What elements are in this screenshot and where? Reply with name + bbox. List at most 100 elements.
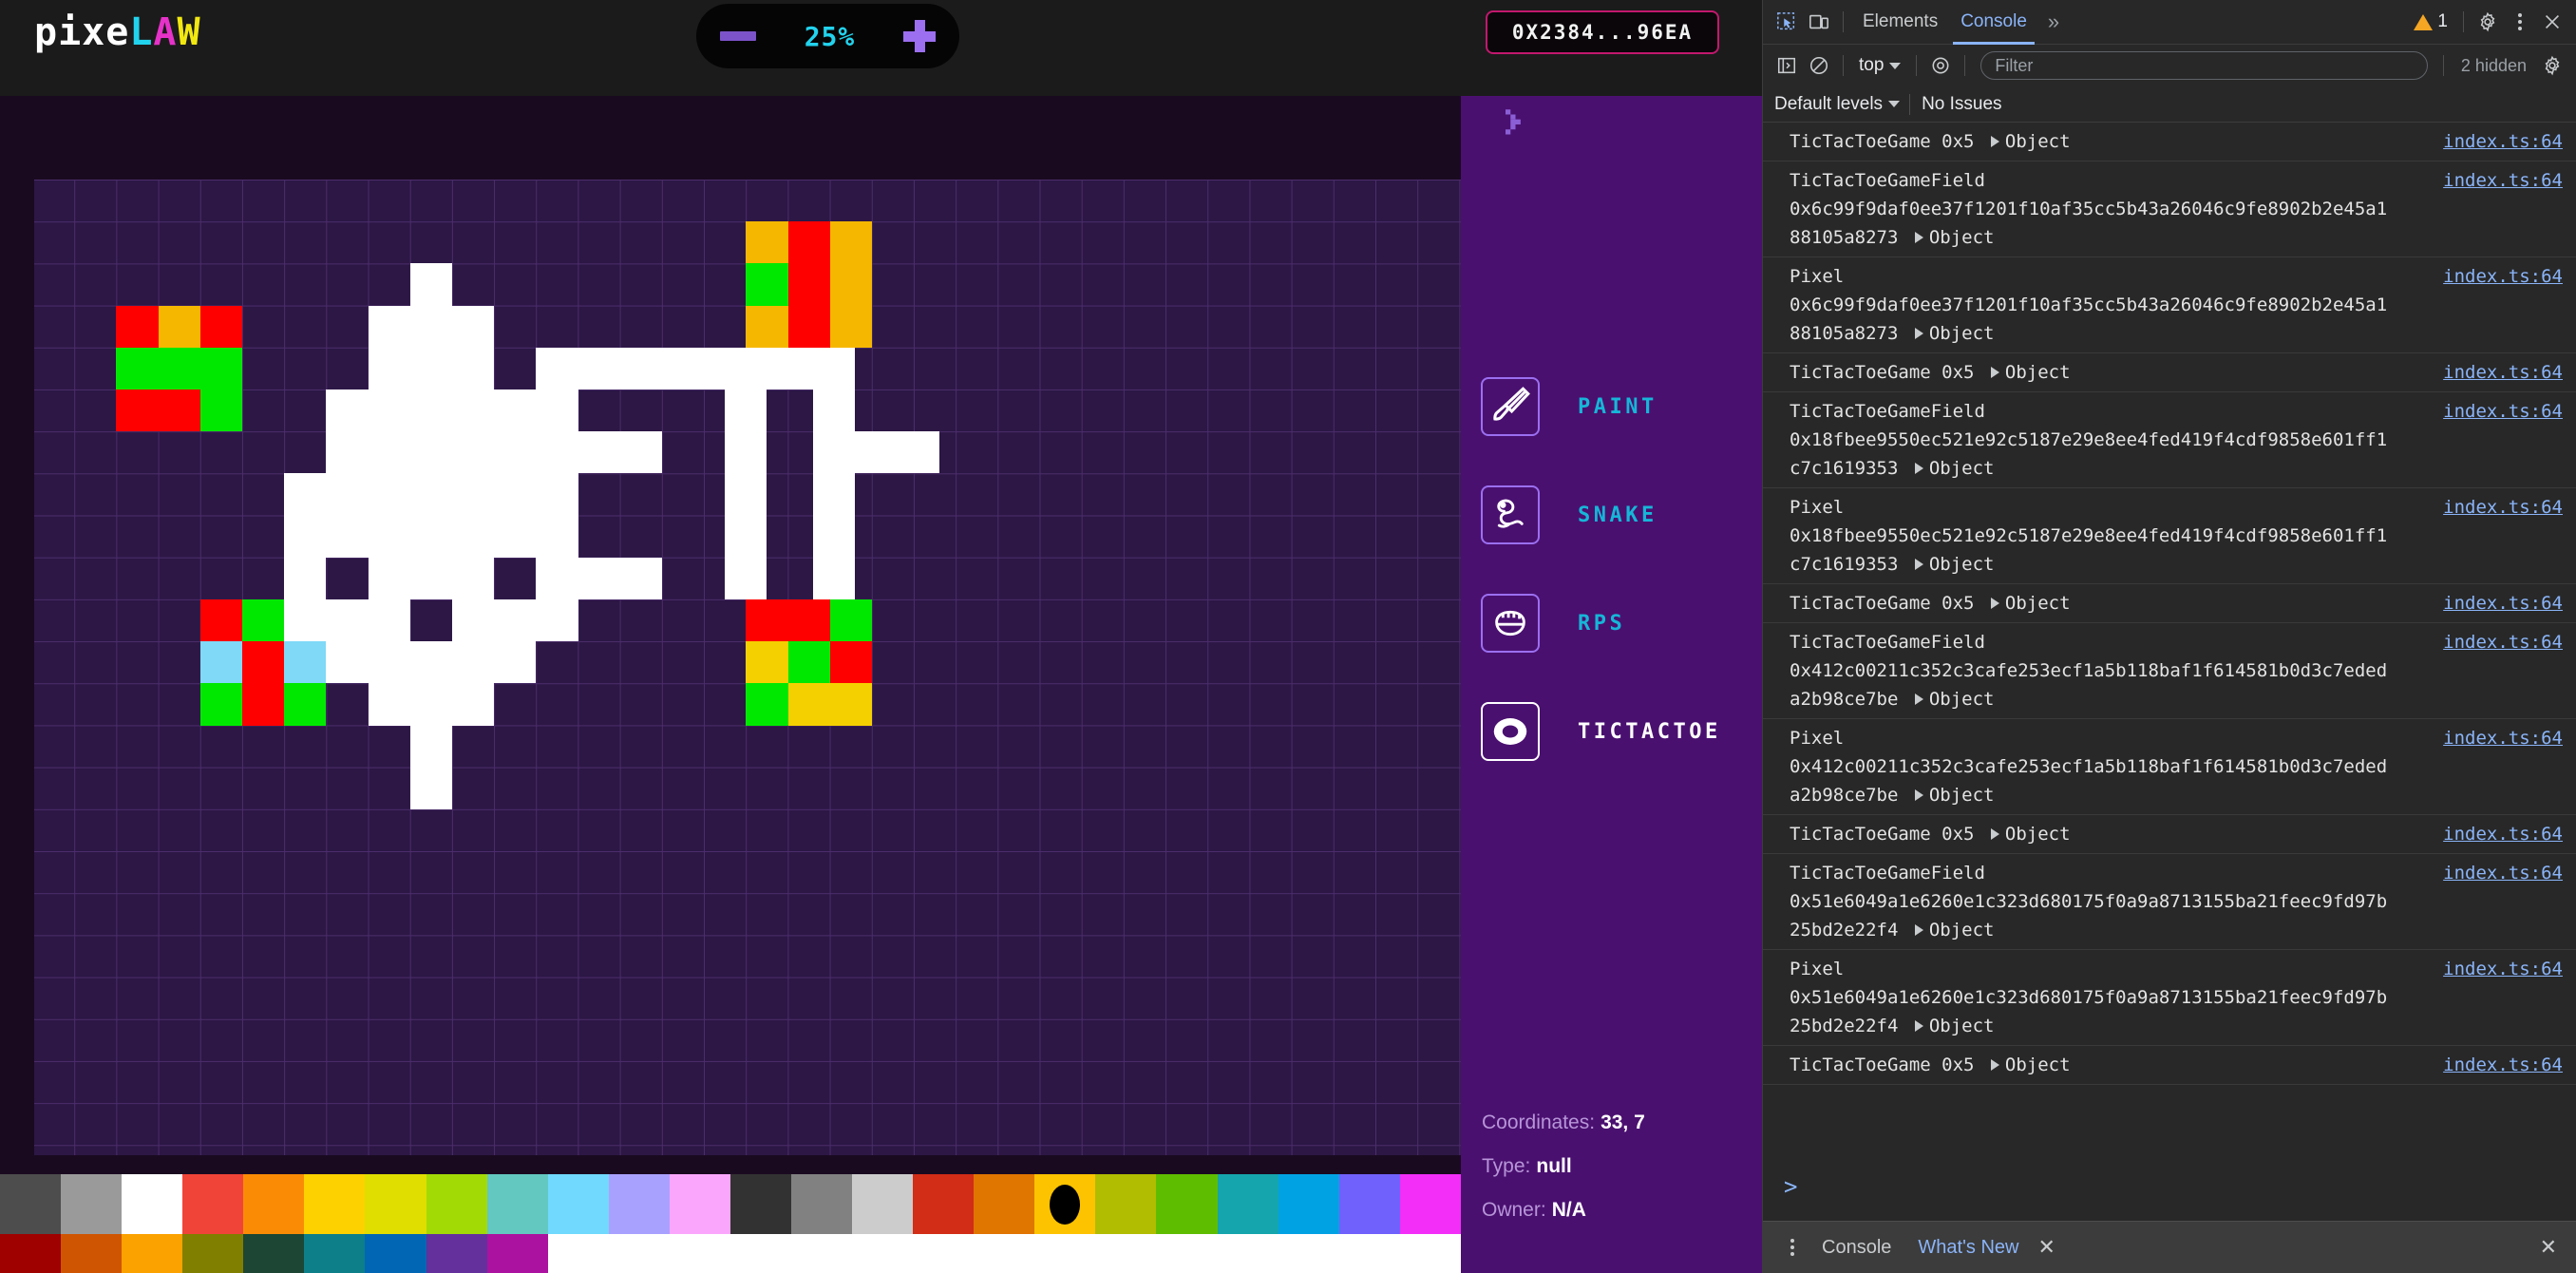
- eth-logo-pixel[interactable]: [326, 515, 369, 558]
- tictactoe-board-bottom-left-cell[interactable]: [199, 641, 242, 684]
- drawer-menu-button[interactable]: [1776, 1231, 1809, 1264]
- color-swatch[interactable]: [0, 1174, 62, 1234]
- console-source-link[interactable]: index.ts:64: [2443, 724, 2563, 809]
- eth-text-pixel[interactable]: [897, 431, 939, 474]
- eth-logo-pixel[interactable]: [368, 641, 410, 684]
- app-item-snake[interactable]: SNAKE: [1461, 461, 1762, 569]
- zoom-out-button[interactable]: [720, 31, 757, 41]
- console-object-label[interactable]: Object: [1929, 689, 1995, 710]
- eth-logo-pixel[interactable]: [368, 431, 410, 474]
- eth-logo-pixel[interactable]: [409, 347, 452, 390]
- console-object-label[interactable]: Object: [1929, 554, 1995, 575]
- live-expression-button[interactable]: [1924, 49, 1957, 82]
- expand-triangle-icon[interactable]: [1914, 923, 1923, 936]
- color-swatch[interactable]: [1278, 1234, 1339, 1273]
- console-object-label[interactable]: Object: [1929, 458, 1995, 479]
- tictactoe-board-top-right-cell[interactable]: [746, 221, 788, 264]
- color-swatch[interactable]: [1034, 1174, 1096, 1234]
- eth-text-pixel[interactable]: [536, 473, 578, 516]
- tictactoe-board-bottom-right-cell[interactable]: [829, 641, 872, 684]
- issues-status[interactable]: No Issues: [1909, 93, 2002, 115]
- console-prompt[interactable]: >: [1763, 1168, 2576, 1221]
- color-swatch[interactable]: [1399, 1174, 1461, 1234]
- color-swatch[interactable]: [913, 1174, 975, 1234]
- eth-logo-pixel[interactable]: [452, 599, 495, 642]
- eth-logo-pixel[interactable]: [536, 599, 578, 642]
- eth-logo-pixel[interactable]: [284, 557, 327, 599]
- tictactoe-board-bottom-left-cell[interactable]: [242, 641, 285, 684]
- console-object-label[interactable]: Object: [1929, 920, 1995, 940]
- app-item-tictactoe[interactable]: TICTACTOE: [1461, 677, 1762, 786]
- expand-triangle-icon[interactable]: [1990, 597, 1999, 609]
- expand-triangle-icon[interactable]: [1914, 327, 1923, 339]
- eth-text-pixel[interactable]: [619, 347, 662, 390]
- eth-text-pixel[interactable]: [725, 390, 767, 432]
- expand-triangle-icon[interactable]: [1914, 1019, 1923, 1032]
- pixel-grid[interactable]: [34, 180, 1461, 1155]
- eth-logo-pixel[interactable]: [409, 557, 452, 599]
- tictactoe-board-top-left-cell[interactable]: [158, 390, 200, 432]
- console-source-link[interactable]: index.ts:64: [2443, 820, 2563, 848]
- expand-triangle-icon[interactable]: [1990, 827, 1999, 840]
- tictactoe-board-bottom-right-cell[interactable]: [746, 641, 788, 684]
- tictactoe-board-bottom-left-cell[interactable]: [284, 641, 327, 684]
- eth-logo-pixel[interactable]: [452, 390, 495, 432]
- console-message[interactable]: Pixel 0x6c99f9daf0ee37f1201f10af35cc5b43…: [1763, 257, 2576, 353]
- log-levels-selector[interactable]: Default levels: [1774, 94, 1901, 115]
- console-source-link[interactable]: index.ts:64: [2443, 397, 2563, 483]
- tictactoe-board-bottom-right-cell[interactable]: [746, 683, 788, 726]
- app-item-paint[interactable]: PAINT: [1461, 352, 1762, 461]
- pixelaw-logo[interactable]: pixeLAW: [34, 10, 201, 55]
- tictactoe-board-top-right-cell[interactable]: [787, 305, 830, 348]
- eth-text-pixel[interactable]: [619, 557, 662, 599]
- console-message[interactable]: TicTacToeGameField 0x6c99f9daf0ee37f1201…: [1763, 162, 2576, 257]
- tictactoe-board-top-left-cell[interactable]: [116, 305, 159, 348]
- console-filter-input[interactable]: [1980, 51, 2428, 80]
- color-swatch[interactable]: [486, 1234, 548, 1273]
- collapse-panel-icon[interactable]: [1506, 109, 1532, 140]
- javascript-context-selector[interactable]: top: [1851, 55, 1908, 76]
- eth-text-pixel[interactable]: [536, 515, 578, 558]
- tictactoe-board-top-right-cell[interactable]: [829, 263, 872, 306]
- color-swatch[interactable]: [243, 1174, 305, 1234]
- eth-logo-pixel[interactable]: [494, 473, 537, 516]
- color-swatch[interactable]: [729, 1234, 792, 1273]
- eth-logo-pixel[interactable]: [452, 641, 495, 684]
- eth-text-pixel[interactable]: [813, 473, 856, 516]
- tictactoe-board-top-left-cell[interactable]: [116, 347, 159, 390]
- drawer-close-icon[interactable]: ✕: [2534, 1235, 2563, 1260]
- expand-triangle-icon[interactable]: [1914, 558, 1923, 570]
- color-swatch[interactable]: [608, 1174, 670, 1234]
- devtools-settings-button[interactable]: [2472, 6, 2504, 38]
- eth-text-pixel[interactable]: [536, 431, 578, 474]
- eth-text-pixel[interactable]: [746, 347, 788, 390]
- eth-text-pixel[interactable]: [536, 347, 578, 390]
- expand-triangle-icon[interactable]: [1914, 462, 1923, 474]
- console-object-label[interactable]: Object: [2005, 131, 2071, 152]
- console-message[interactable]: Pixel 0x51e6049a1e6260e1c323d680175f0a9a…: [1763, 950, 2576, 1046]
- eth-text-pixel[interactable]: [855, 431, 898, 474]
- eth-text-pixel[interactable]: [813, 347, 856, 390]
- console-source-link[interactable]: index.ts:64: [2443, 127, 2563, 156]
- tictactoe-board-top-left-cell[interactable]: [158, 305, 200, 348]
- tab-overflow-button[interactable]: »: [2038, 10, 2069, 34]
- eth-logo-pixel[interactable]: [452, 347, 495, 390]
- console-message[interactable]: Pixel 0x18fbee9550ec521e92c5187e29e8ee4f…: [1763, 488, 2576, 584]
- console-object-label[interactable]: Object: [1929, 1016, 1995, 1036]
- eth-logo-pixel[interactable]: [368, 473, 410, 516]
- color-swatch[interactable]: [791, 1234, 853, 1273]
- tictactoe-board-bottom-left-cell[interactable]: [284, 683, 327, 726]
- expand-triangle-icon[interactable]: [1990, 1058, 1999, 1071]
- color-swatch[interactable]: [0, 1234, 62, 1273]
- console-source-link[interactable]: index.ts:64: [2443, 358, 2563, 387]
- eth-logo-pixel[interactable]: [409, 305, 452, 348]
- console-source-link[interactable]: index.ts:64: [2443, 493, 2563, 579]
- console-settings-button[interactable]: [2536, 49, 2568, 82]
- eth-logo-pixel[interactable]: [494, 515, 537, 558]
- expand-triangle-icon[interactable]: [1914, 231, 1923, 243]
- eth-logo-pixel[interactable]: [452, 473, 495, 516]
- warning-indicator[interactable]: 1: [2406, 11, 2455, 32]
- color-swatch[interactable]: [426, 1234, 487, 1273]
- eth-logo-pixel[interactable]: [326, 473, 369, 516]
- console-source-link[interactable]: index.ts:64: [2443, 628, 2563, 713]
